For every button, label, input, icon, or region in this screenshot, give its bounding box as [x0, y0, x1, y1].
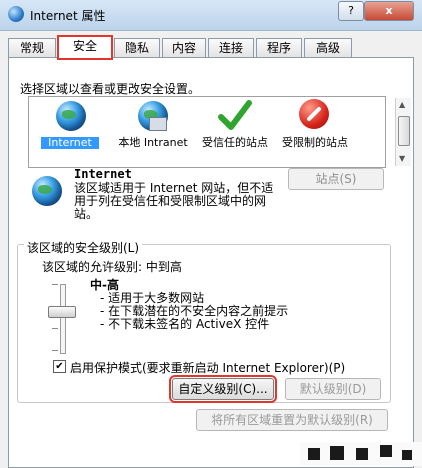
help-button[interactable]: ?: [338, 1, 364, 21]
selected-zone-name: Internet: [74, 167, 132, 181]
internet-globe-icon: [8, 6, 24, 22]
selected-zone-description: 该区域适用于 Internet 网站，但不适用于列在受信任和受限制区域中的网站。: [74, 181, 274, 221]
tab-connections[interactable]: 连接: [208, 38, 254, 57]
globe-icon: [56, 101, 86, 131]
tab-privacy[interactable]: 隐私: [114, 38, 160, 57]
tab-security[interactable]: 安全: [57, 35, 113, 60]
protected-mode-label[interactable]: 启用保护模式(要求重新启动 Internet Explorer)(P): [70, 359, 345, 376]
check-icon: [218, 100, 252, 130]
custom-level-button[interactable]: 自定义级别(C)...: [169, 375, 277, 403]
security-slider-track[interactable]: [60, 284, 66, 354]
selected-zone-globe-icon: [32, 176, 62, 206]
zone-label: 本地 Intranet: [118, 136, 188, 149]
zone-list-scrollbar[interactable]: ▲ ▼: [395, 98, 411, 166]
reset-all-zones-button[interactable]: 将所有区域重置为默认级别(R): [196, 409, 388, 431]
zone-label: Internet: [41, 137, 99, 149]
zone-trusted-sites[interactable]: 受信任的站点: [195, 97, 275, 167]
tab-content[interactable]: 内容: [162, 38, 206, 57]
tab-strip: 常规 安全 隐私 内容 连接 程序 高级: [8, 35, 412, 60]
protected-mode-checkbox[interactable]: ✔: [53, 360, 66, 373]
window-title: Internet 属性: [30, 9, 106, 23]
security-slider-thumb[interactable]: [48, 306, 76, 318]
watermark-block: [330, 446, 344, 460]
zone-local-intranet[interactable]: 本地 Intranet: [113, 97, 193, 167]
default-level-button[interactable]: 默认级别(D): [285, 378, 381, 400]
sites-button[interactable]: 站点(S): [288, 168, 384, 190]
scroll-down-icon[interactable]: ▼: [399, 154, 405, 163]
tab-general[interactable]: 常规: [8, 38, 56, 57]
zone-restricted-sites[interactable]: 受限制的站点: [275, 97, 355, 167]
watermark-block: [356, 448, 368, 460]
slider-tick: [52, 350, 58, 351]
security-level-details: - 适用于大多数网站 - 在下载潜在的不安全内容之前提示 - 不下载未签名的 A…: [100, 292, 288, 331]
watermark-block: [308, 448, 320, 460]
close-button[interactable]: x: [364, 1, 414, 21]
computer-icon: [149, 117, 167, 131]
stop-icon: [299, 99, 329, 129]
zone-internet[interactable]: Internet: [31, 97, 111, 167]
scroll-thumb[interactable]: [398, 116, 410, 146]
tab-advanced[interactable]: 高级: [304, 38, 352, 57]
zone-label: 受限制的站点: [282, 136, 348, 149]
tab-programs[interactable]: 程序: [256, 38, 302, 57]
zone-label: 受信任的站点: [202, 136, 268, 149]
watermark-block: [402, 450, 412, 460]
security-level-title: 该区域的安全级别(L): [24, 239, 143, 256]
title-bar: Internet 属性 ? x: [0, 0, 422, 31]
zone-instruction: 选择区域以查看或更改安全设置。: [20, 82, 201, 96]
watermark-logo: [300, 442, 422, 466]
slider-tick: [52, 284, 58, 285]
scroll-up-icon[interactable]: ▲: [399, 100, 405, 109]
watermark-block: [380, 445, 392, 457]
slider-tick: [52, 328, 58, 329]
allowed-levels: 该区域的允许级别: 中到高: [42, 260, 182, 274]
zone-list: Internet 本地 Intranet 受信任的站点 受限制的站点 ▲ ▼: [28, 96, 411, 168]
detail-item: - 不下载未签名的 ActiveX 控件: [100, 317, 270, 331]
